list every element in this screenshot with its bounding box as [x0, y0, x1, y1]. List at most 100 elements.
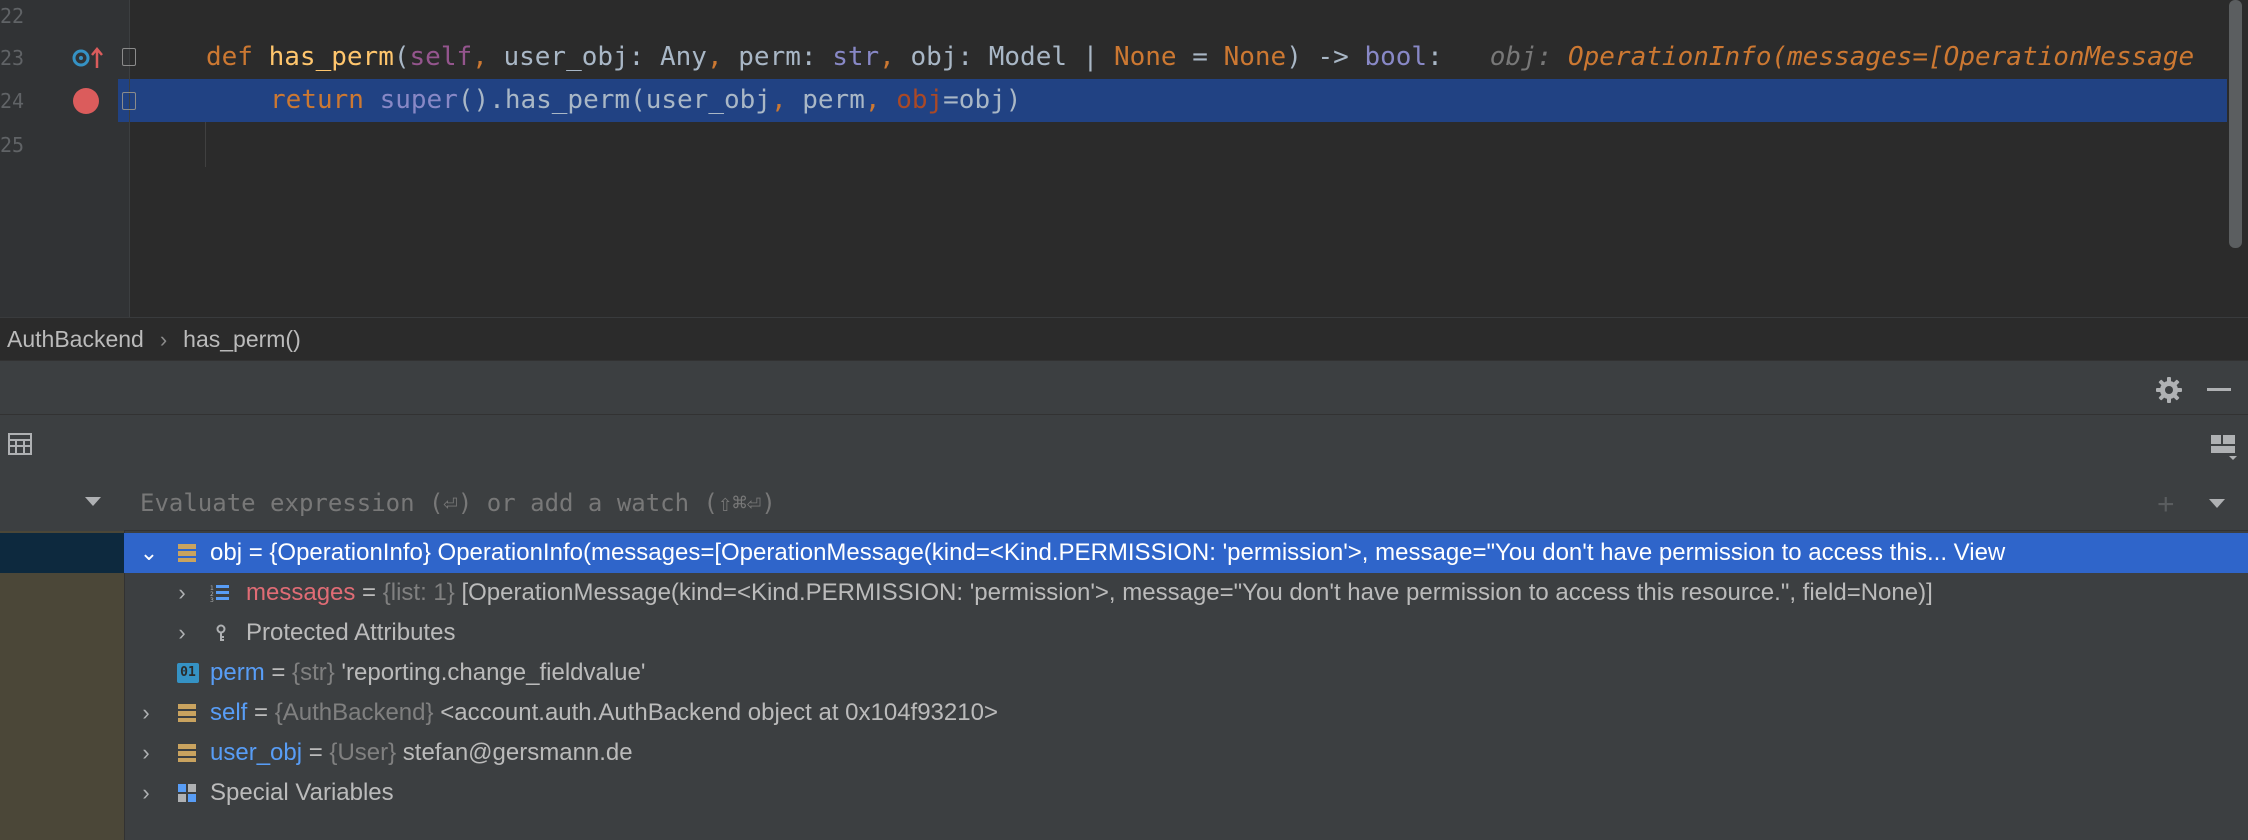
- object-icon: [178, 704, 196, 722]
- chevron-right-icon[interactable]: ›: [136, 693, 156, 733]
- string-icon: 01: [177, 663, 199, 683]
- debug-tool-window-header: [0, 360, 2248, 415]
- line-number: 23: [0, 46, 25, 70]
- list-icon: 123: [210, 585, 229, 603]
- editor-scrollbar[interactable]: [2229, 0, 2242, 248]
- equals: =: [264, 659, 293, 686]
- chevron-right-icon[interactable]: ›: [136, 733, 156, 773]
- code-line-24[interactable]: return super().has_perm(user_obj, perm, …: [270, 79, 1021, 122]
- chevron-right-icon[interactable]: ›: [172, 613, 192, 653]
- builtin-super: super: [379, 85, 458, 115]
- variable-row-obj[interactable]: ⌄ obj = {OperationInfo} OperationInfo(me…: [124, 533, 2248, 573]
- view-link[interactable]: View: [1954, 539, 2006, 566]
- keyword-def: def: [206, 42, 253, 72]
- add-watch-icon[interactable]: +: [2157, 490, 2175, 520]
- keyword-return: return: [270, 85, 364, 115]
- line-number: 22: [0, 4, 25, 28]
- code-editor[interactable]: 22 23 24 25 def has_perm(self, user_obj:…: [0, 0, 2248, 317]
- param-user-obj: user_obj: Any: [503, 42, 707, 72]
- debug-toolbar: [0, 414, 2248, 474]
- equals: =: [302, 739, 330, 766]
- evaluate-expression-input[interactable]: [140, 488, 2040, 518]
- layout-settings-icon[interactable]: [2210, 433, 2238, 461]
- variable-row-messages[interactable]: › 123 messages = {list: 1} [OperationMes…: [124, 573, 2248, 613]
- inline-value: OperationInfo(messages=[OperationMessage: [1568, 42, 2195, 72]
- variable-name: perm: [210, 659, 265, 686]
- comma: ,: [472, 42, 504, 72]
- variable-type: {User}: [329, 739, 397, 766]
- gear-icon[interactable]: [2155, 376, 2183, 404]
- type-bool: bool: [1364, 42, 1428, 72]
- watch-history-dropdown-icon[interactable]: [2209, 499, 2225, 508]
- variable-type: {str}: [292, 659, 335, 686]
- variable-value: <account.auth.AuthBackend object at 0x10…: [433, 699, 998, 726]
- kwarg-obj: obj: [896, 85, 944, 115]
- equals: =: [242, 539, 270, 566]
- colon: :: [1427, 42, 1443, 72]
- key-icon: [216, 624, 226, 641]
- equals: =: [247, 699, 275, 726]
- return-arrow: ) ->: [1286, 42, 1365, 72]
- inline-value-label: obj:: [1489, 42, 1568, 72]
- variable-value: OperationInfo(messages=[OperationMessage…: [430, 539, 1954, 566]
- variable-name: self: [210, 699, 248, 726]
- breadcrumb-class[interactable]: AuthBackend: [7, 326, 144, 353]
- group-label: Protected Attributes: [246, 619, 456, 646]
- type-str: str: [832, 42, 880, 72]
- variable-row-perm[interactable]: 01 perm = {str} 'reporting.change_fieldv…: [124, 653, 2248, 693]
- call-expression: ().has_perm(user_obj: [457, 85, 771, 115]
- selected-frame[interactable]: [0, 533, 124, 573]
- breakpoint-icon[interactable]: [73, 88, 99, 114]
- variable-value: [OperationMessage(kind=<Kind.PERMISSION:…: [454, 579, 1933, 606]
- code-line-23[interactable]: def has_perm(self, user_obj: Any, perm: …: [206, 36, 2194, 79]
- variable-type: {OperationInfo}: [269, 539, 431, 566]
- comma: ,: [864, 85, 897, 115]
- indent-guide: [205, 122, 206, 167]
- breadcrumb: AuthBackend › has_perm(): [0, 317, 2248, 361]
- kwarg-value: =obj): [943, 85, 1022, 115]
- fold-end-icon[interactable]: [122, 92, 136, 110]
- equals: =: [355, 579, 383, 606]
- breadcrumb-method[interactable]: has_perm(): [183, 326, 301, 353]
- keyword-none: None: [1223, 42, 1287, 72]
- frames-header: [0, 473, 124, 531]
- variable-name: user_obj: [210, 739, 303, 766]
- line-number: 24: [0, 89, 25, 113]
- special-variables-icon: [178, 784, 196, 802]
- line-number: 25: [0, 133, 25, 157]
- fold-icon[interactable]: [122, 48, 136, 66]
- variable-row-protected-attributes[interactable]: › Protected Attributes: [124, 613, 2248, 653]
- variable-value: stefan@gersmann.de: [396, 739, 633, 766]
- variable-name: messages: [246, 579, 356, 606]
- svg-text:3: 3: [210, 597, 214, 603]
- chevron-right-icon[interactable]: ›: [172, 573, 192, 613]
- object-icon: [178, 544, 196, 562]
- comma: ,: [770, 85, 803, 115]
- variable-row-user-obj[interactable]: › user_obj = {User} stefan@gersmann.de: [124, 733, 2248, 773]
- object-icon: [178, 744, 196, 762]
- chevron-down-icon[interactable]: ⌄: [139, 533, 159, 573]
- param-perm: perm:: [738, 42, 833, 72]
- variable-type: {list: 1}: [382, 579, 455, 606]
- chevron-right-icon[interactable]: ›: [136, 773, 156, 813]
- variable-type: {AuthBackend}: [274, 699, 434, 726]
- variable-row-special-variables[interactable]: › Special Variables: [124, 773, 2248, 813]
- variable-row-self[interactable]: › self = {AuthBackend} <account.auth.Aut…: [124, 693, 2248, 733]
- comma: ,: [706, 42, 739, 72]
- param-self: self: [409, 42, 473, 72]
- function-name: has_perm: [268, 42, 394, 72]
- arg-perm: perm: [802, 85, 865, 115]
- variable-name: obj: [210, 539, 243, 566]
- group-label: Special Variables: [210, 779, 394, 806]
- table-view-icon[interactable]: [8, 433, 32, 455]
- minimize-icon[interactable]: [2207, 388, 2231, 391]
- variable-value: 'reporting.change_fieldvalue': [334, 659, 646, 686]
- equals: =: [1176, 42, 1224, 72]
- breadcrumb-separator: ›: [159, 326, 168, 352]
- param-obj: obj: Model |: [910, 42, 1114, 72]
- implements-method-icon[interactable]: [71, 45, 105, 71]
- comma: ,: [879, 42, 911, 72]
- paren: (: [393, 42, 410, 72]
- keyword-none: None: [1113, 42, 1177, 72]
- frames-dropdown-icon[interactable]: [85, 497, 101, 506]
